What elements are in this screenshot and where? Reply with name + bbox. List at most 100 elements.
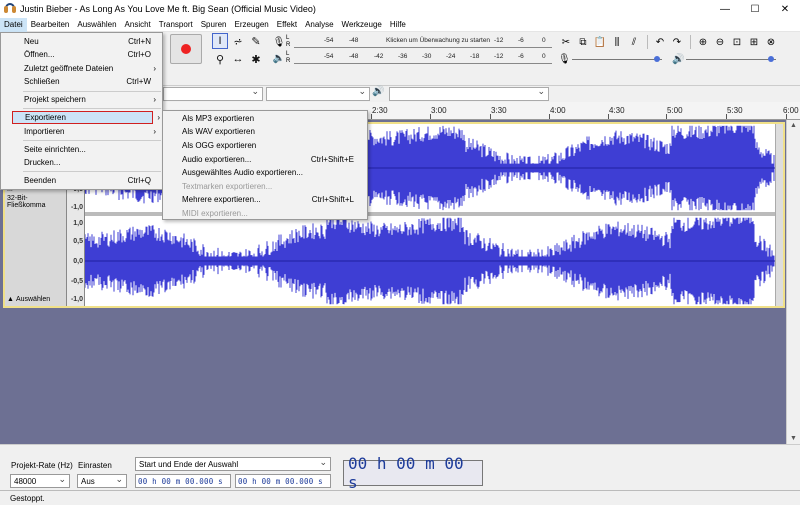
menu-item-label: Öffnen... (24, 50, 55, 59)
meter-tick: -12 (494, 37, 504, 44)
menu-item-print[interactable]: Drucken... (2, 156, 161, 169)
vertical-scrollbar[interactable]: ▲ ▼ (786, 120, 800, 444)
project-rate-select[interactable]: 48000 (10, 474, 70, 488)
menu-item-label: Importieren (24, 127, 65, 136)
undo-icon[interactable]: ↶ (652, 34, 668, 50)
scroll-down-icon[interactable]: ▼ (790, 435, 797, 442)
timeline-tick: 4:30 (609, 106, 625, 115)
track-select-label: Auswählen (15, 295, 51, 303)
menu-item-export-multiple[interactable]: Mehrere exportieren... Ctrl+Shift+L (164, 193, 366, 206)
input-volume-icon: 🎙 (558, 53, 571, 65)
snap-select[interactable]: Aus (77, 474, 127, 488)
ruler-label: -1,0 (70, 296, 83, 303)
menu-item-recent[interactable]: Zuletzt geöffnete Dateien › (2, 62, 161, 75)
record-button[interactable] (170, 34, 202, 64)
menu-item-import[interactable]: Importieren › (2, 125, 161, 138)
track-select-button[interactable]: ▲ Auswählen (7, 294, 63, 304)
menu-item-export-wav[interactable]: Als WAV exportieren (164, 125, 366, 138)
selection-tool-icon[interactable]: I (212, 33, 228, 49)
ruler-label: -0,5 (70, 278, 83, 285)
zoom-tool-icon[interactable]: ⚲ (212, 51, 228, 67)
ruler-label: 1,0 (73, 220, 83, 227)
playback-meter[interactable]: 🔈 LR -54 -48 -42 -36 -30 -24 -18 -12 -6 … (272, 50, 552, 66)
fit-project-icon[interactable]: ⊞ (746, 34, 762, 50)
host-select[interactable] (163, 86, 263, 101)
timeline-tick: 3:30 (491, 106, 507, 115)
menu-item-export-ogg[interactable]: Als OGG exportieren (164, 139, 366, 152)
timeline-tick: 2:30 (372, 106, 388, 115)
menu-auswaehlen[interactable]: Auswählen (73, 18, 120, 32)
left-channel-label: L (286, 51, 290, 57)
meter-tick: -6 (518, 37, 524, 44)
copy-icon[interactable]: ⧉ (575, 34, 591, 50)
track-format-label: 32-Bit-Fließkomma (7, 195, 46, 209)
menu-datei[interactable]: Datei (0, 17, 27, 32)
menu-item-open[interactable]: Öffnen... Ctrl+O (2, 48, 161, 61)
fit-selection-icon[interactable]: ⊡ (729, 34, 745, 50)
window-title: Justin Bieber - As Long As You Love Me f… (20, 4, 316, 14)
multi-tool-icon[interactable]: ✱ (248, 51, 264, 67)
record-icon (181, 44, 191, 54)
timeshift-tool-icon[interactable]: ↔ (230, 51, 246, 67)
timeline-tick: 4:00 (550, 106, 566, 115)
output-volume-slider[interactable] (686, 54, 776, 64)
title-bar: Justin Bieber - As Long As You Love Me f… (0, 0, 800, 18)
menu-transport[interactable]: Transport (155, 18, 197, 32)
menu-item-label: Ausgewähltes Audio exportieren... (182, 168, 303, 177)
menu-item-label: Zuletzt geöffnete Dateien (24, 64, 114, 73)
zoom-toggle-icon[interactable]: ⊗ (763, 34, 779, 50)
record-meter[interactable]: 🎙 LR -54 -48 Klicken um Überwachung zu s… (272, 34, 552, 50)
menu-effekt[interactable]: Effekt (273, 18, 301, 32)
menu-item-export-selected[interactable]: Ausgewähltes Audio exportieren... (164, 166, 366, 179)
input-volume-slider[interactable] (572, 54, 662, 64)
menu-item-export-audio[interactable]: Audio exportieren... Ctrl+Shift+E (164, 153, 366, 166)
menu-analyse[interactable]: Analyse (301, 18, 337, 32)
menu-item-close[interactable]: Schließen Ctrl+W (2, 75, 161, 88)
meter-tick: -54 (324, 53, 334, 60)
maximize-button[interactable]: ☐ (740, 0, 770, 18)
menu-item-exit[interactable]: Beenden Ctrl+Q (2, 174, 161, 187)
waveform-right-channel[interactable] (85, 216, 775, 306)
menu-item-label: Projekt speichern (24, 95, 86, 104)
menu-werkzeuge[interactable]: Werkzeuge (338, 18, 386, 32)
menu-item-page-setup[interactable]: Seite einrichten... (2, 143, 161, 156)
selection-mode-select[interactable]: Start und Ende der Auswahl (135, 457, 331, 471)
menu-item-export[interactable]: Exportieren › (12, 111, 160, 124)
audio-position-display[interactable]: 00 h 00 m 00 s (343, 454, 483, 492)
close-window-button[interactable]: ✕ (770, 0, 800, 18)
menu-item-export-mp3[interactable]: Als MP3 exportieren (164, 112, 366, 125)
menu-bearbeiten[interactable]: Bearbeiten (27, 18, 74, 32)
menu-erzeugen[interactable]: Erzeugen (231, 18, 273, 32)
menu-hilfe[interactable]: Hilfe (386, 18, 410, 32)
mixer-toolbar: 🎙 🔊 (558, 52, 798, 66)
cut-icon[interactable]: ✂ (558, 34, 574, 50)
paste-icon[interactable]: 📋 (592, 34, 608, 50)
redo-icon[interactable]: ↷ (669, 34, 685, 50)
monitor-hint: Klicken um Überwachung zu starten (386, 37, 491, 44)
track-resize-handle[interactable] (775, 124, 783, 306)
draw-tool-icon[interactable]: ✎ (248, 33, 264, 49)
shortcut-label: Ctrl+O (127, 50, 151, 59)
input-device-select[interactable] (266, 86, 370, 101)
scroll-up-icon[interactable]: ▲ (790, 122, 797, 129)
menu-item-new[interactable]: Neu Ctrl+N (2, 35, 161, 48)
menu-item-label: Schließen (24, 77, 60, 86)
output-device-select[interactable] (389, 86, 549, 101)
silence-icon[interactable]: ⫽ (626, 34, 642, 50)
selection-end-time[interactable]: 00 h 00 m 00.000 s (235, 474, 331, 488)
right-channel-label: R (286, 58, 291, 64)
meter-tick: -42 (374, 53, 384, 60)
trim-icon[interactable]: ⫼ (609, 34, 625, 50)
menu-spuren[interactable]: Spuren (197, 18, 231, 32)
file-menu: Neu Ctrl+N Öffnen... Ctrl+O Zuletzt geöffn… (0, 32, 163, 190)
shortcut-label: Ctrl+N (128, 37, 151, 46)
minimize-button[interactable]: — (710, 0, 740, 18)
menu-ansicht[interactable]: Ansicht (121, 18, 155, 32)
zoom-in-icon[interactable]: ⊕ (695, 34, 711, 50)
menu-item-label: Als MP3 exportieren (182, 114, 255, 123)
envelope-tool-icon[interactable]: ⩫ (230, 33, 246, 49)
menu-item-save-project[interactable]: Projekt speichern › (2, 93, 161, 106)
selection-start-time[interactable]: 00 h 00 m 00.000 s (135, 474, 231, 488)
collapse-icon: ▲ (7, 295, 14, 303)
zoom-out-icon[interactable]: ⊖ (712, 34, 728, 50)
